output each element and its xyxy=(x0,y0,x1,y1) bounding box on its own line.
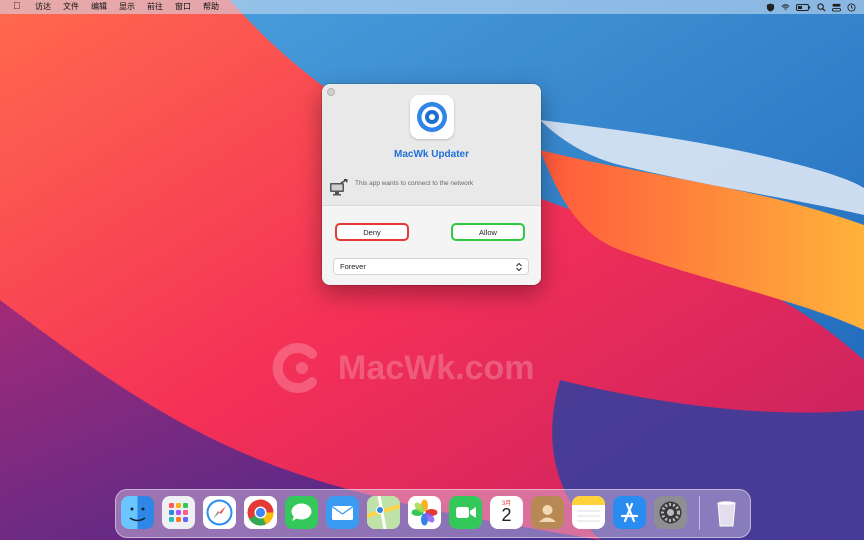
app-icon xyxy=(410,95,454,139)
control-center-icon[interactable] xyxy=(832,3,841,12)
watermark-logo-icon xyxy=(272,343,317,393)
network-permission-dialog: MacWk Updater This app wants to connect … xyxy=(322,84,541,285)
dialog-header: MacWk Updater This app wants to connect … xyxy=(322,84,541,205)
menu-help[interactable]: 帮助 xyxy=(203,0,219,14)
finder-icon[interactable] xyxy=(121,496,154,529)
trash-icon[interactable] xyxy=(710,496,743,529)
dock-separator xyxy=(699,496,700,530)
battery-icon[interactable] xyxy=(796,3,811,12)
menu-edit[interactable]: 编辑 xyxy=(91,0,107,14)
menu-file[interactable]: 文件 xyxy=(63,0,79,14)
allow-button[interactable]: Allow xyxy=(451,223,525,241)
watermark-text: MacWk.com xyxy=(338,348,535,387)
notes-icon[interactable] xyxy=(572,496,605,529)
menu-view[interactable]: 显示 xyxy=(119,0,135,14)
app-title: MacWk Updater xyxy=(393,149,469,160)
chevron-updown-icon xyxy=(516,262,522,272)
menu-window[interactable]: 窗口 xyxy=(175,0,191,14)
mail-icon[interactable] xyxy=(326,496,359,529)
menu-go[interactable]: 前往 xyxy=(147,0,163,14)
system-preferences-icon[interactable] xyxy=(654,496,687,529)
safari-icon[interactable] xyxy=(203,496,236,529)
dock: 3月 2 xyxy=(115,489,751,538)
permission-message: This app wants to connect to the network xyxy=(355,180,474,187)
app-store-icon[interactable] xyxy=(613,496,646,529)
clock-icon[interactable] xyxy=(847,2,856,12)
calendar-day: 2 xyxy=(501,505,512,525)
duration-value: Forever xyxy=(340,262,366,271)
apple-icon[interactable]:  xyxy=(13,0,23,14)
deny-button[interactable]: Deny xyxy=(335,223,409,241)
menu-bar:  访达 文件 编辑 显示 前往 窗口 帮助 xyxy=(0,0,864,14)
search-icon[interactable] xyxy=(817,2,826,12)
calendar-icon[interactable]: 3月 2 xyxy=(490,496,523,529)
close-icon[interactable] xyxy=(327,88,335,96)
duration-select[interactable]: Forever xyxy=(333,258,529,275)
menu-finder[interactable]: 访达 xyxy=(35,0,51,14)
updater-logo-icon xyxy=(417,102,447,132)
status-area xyxy=(766,0,856,14)
facetime-icon[interactable] xyxy=(449,496,482,529)
photos-icon[interactable] xyxy=(408,496,441,529)
wifi-icon[interactable] xyxy=(781,3,790,12)
shield-icon[interactable] xyxy=(766,2,775,12)
messages-icon[interactable] xyxy=(285,496,318,529)
chrome-icon[interactable] xyxy=(244,496,277,529)
maps-icon[interactable] xyxy=(367,496,400,529)
contacts-icon[interactable] xyxy=(531,496,564,529)
watermark: MacWk.com xyxy=(272,336,572,400)
launchpad-icon[interactable] xyxy=(162,496,195,529)
network-monitor-icon xyxy=(330,179,348,196)
